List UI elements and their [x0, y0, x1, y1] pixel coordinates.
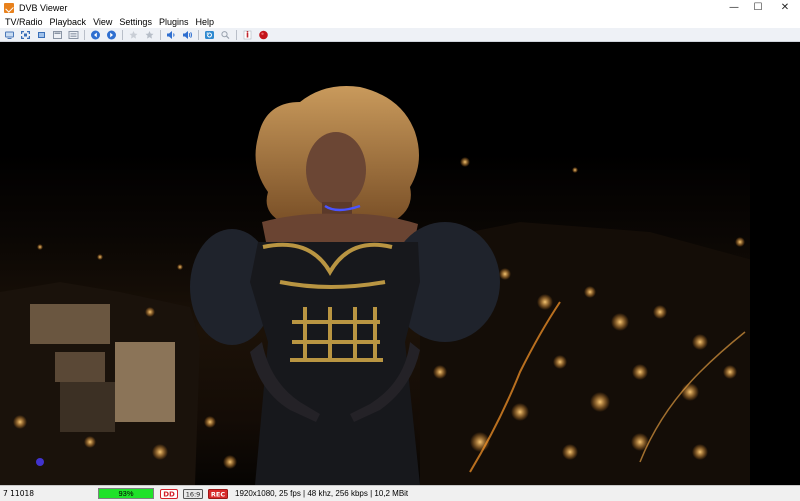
next-channel-icon [107, 30, 116, 39]
volume-up-button[interactable] [181, 29, 194, 40]
fullscreen-icon [21, 30, 30, 39]
menu-plugins[interactable]: Plugins [157, 17, 194, 27]
volume-down-icon [167, 30, 175, 39]
menu-playback[interactable]: Playback [48, 17, 92, 27]
aspect-ratio-label: 16:9 [186, 490, 201, 498]
screen-icon [5, 31, 14, 39]
menu-help[interactable]: Help [193, 17, 219, 27]
favorite-icon [129, 30, 138, 39]
record-icon [259, 30, 268, 39]
menu-tv-radio[interactable]: TV/Radio [3, 17, 48, 27]
toolbar-separator [236, 29, 237, 40]
refresh-button[interactable] [203, 29, 216, 40]
record-button[interactable] [257, 29, 270, 40]
dolby-label: DD [163, 490, 175, 498]
desktop-icon [53, 30, 62, 39]
night-city-video-frame [0, 86, 760, 485]
rec-badge: REC [208, 488, 228, 499]
signal-strength-label: 93% [118, 489, 134, 498]
favorite-add-icon [145, 30, 154, 39]
volume-down-button[interactable] [165, 29, 178, 40]
favorite-add-button[interactable] [143, 29, 156, 40]
channel-list-icon [68, 30, 79, 39]
menu-view[interactable]: View [91, 17, 117, 27]
zoom-button[interactable] [219, 29, 232, 40]
screen-button[interactable] [3, 29, 16, 40]
minimize-button[interactable]: — [722, 0, 746, 15]
window-title: DVB Viewer [19, 2, 68, 13]
info-icon [243, 30, 252, 39]
favorite-button[interactable] [127, 29, 140, 40]
menu-bar: TV/Radio Playback View Settings Plugins … [0, 15, 800, 28]
desktop-button[interactable] [51, 29, 64, 40]
toolbar [0, 28, 800, 42]
maximize-button[interactable]: ☐ [746, 0, 770, 15]
video-display[interactable] [0, 42, 800, 485]
toolbar-separator [84, 29, 85, 40]
refresh-icon [205, 30, 214, 39]
toolbar-separator [160, 29, 161, 40]
aspect-ratio-icon: 16:9 [183, 488, 203, 499]
toolbar-separator [122, 29, 123, 40]
dolby-badge: DD [160, 488, 178, 499]
dvbviewer-app-icon [4, 2, 14, 13]
signal-strength-meter: 93% [98, 488, 154, 499]
toolbar-separator [198, 29, 199, 40]
fullscreen-button[interactable] [19, 29, 32, 40]
letterbox-bar [750, 42, 800, 485]
status-bar: 7 11018 93% DD 16:9 REC 1920x1080, 25 fp… [0, 485, 800, 501]
previous-channel-icon [91, 30, 100, 39]
window-button[interactable] [35, 29, 48, 40]
info-button[interactable] [241, 29, 254, 40]
channel-list-button[interactable] [67, 29, 80, 40]
volume-up-icon [183, 30, 192, 39]
zoom-icon [221, 30, 230, 39]
next-channel-button[interactable] [105, 29, 118, 40]
channel-number: 7 11018 [3, 489, 35, 498]
aspect-badge: 16:9 [183, 488, 203, 499]
close-button[interactable]: ✕ [770, 0, 800, 15]
dolby-icon: DD [160, 488, 178, 499]
window-controls: — ☐ ✕ [722, 0, 800, 15]
rec-label: REC [211, 490, 225, 498]
window-icon [38, 31, 45, 38]
menu-settings[interactable]: Settings [117, 17, 157, 27]
previous-channel-button[interactable] [89, 29, 102, 40]
title-bar[interactable]: DVB Viewer — ☐ ✕ [0, 0, 800, 15]
stream-info: 1920x1080, 25 fps | 48 khz, 256 kbps | 1… [235, 489, 409, 498]
rec-icon: REC [208, 488, 228, 499]
